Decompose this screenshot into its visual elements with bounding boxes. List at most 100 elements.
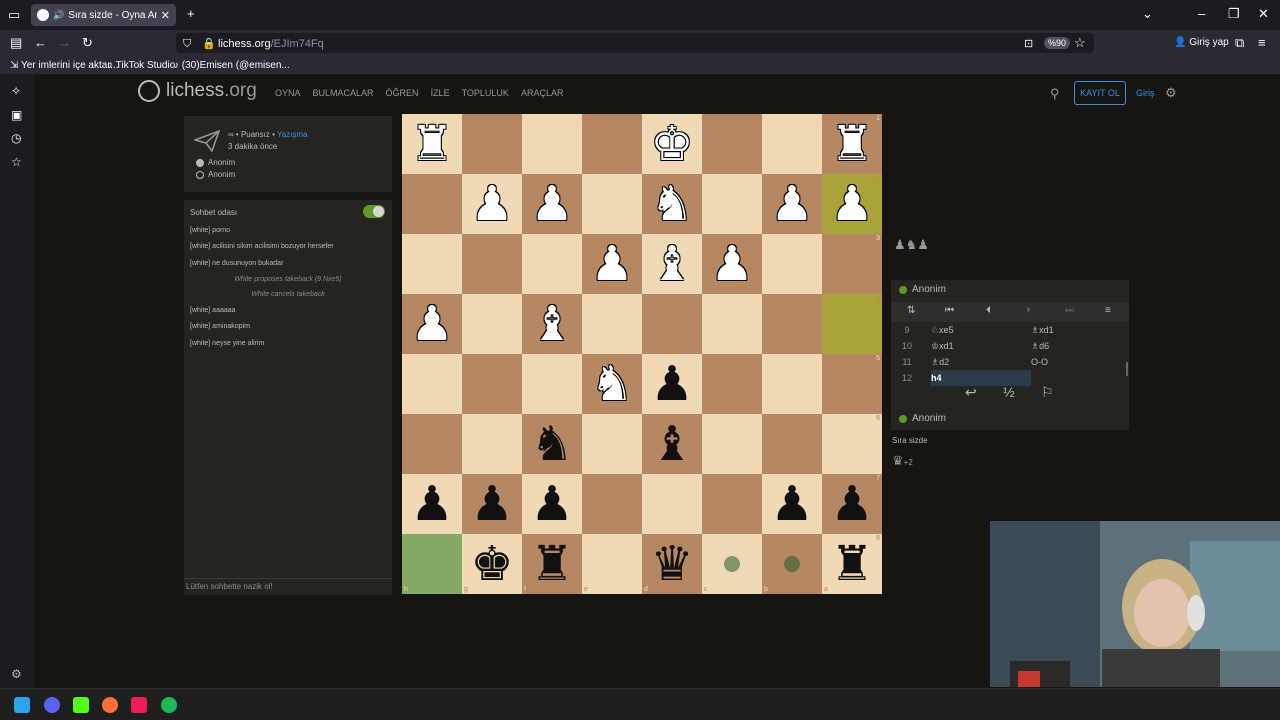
history-icon[interactable]: ◷ bbox=[11, 131, 21, 145]
square-a6[interactable]: 6 bbox=[822, 414, 882, 474]
bookmark-tiktok-emisen[interactable]: ♪ (30)Emisen (@emisen... bbox=[174, 60, 290, 71]
firefox-icon[interactable] bbox=[102, 697, 118, 713]
resign-flag-icon[interactable]: ⚐ bbox=[1041, 384, 1054, 401]
square-c1[interactable] bbox=[702, 114, 762, 174]
lock-icon[interactable]: 🔒 bbox=[202, 37, 216, 51]
square-g7[interactable]: ♟ bbox=[462, 474, 522, 534]
square-c3[interactable]: ♟ bbox=[702, 234, 762, 294]
black-pawn-icon[interactable]: ♟ bbox=[830, 476, 873, 532]
flip-board-icon[interactable]: ⇅ bbox=[907, 305, 915, 316]
square-g8[interactable]: ♚ g bbox=[462, 534, 522, 594]
white-bishop-icon[interactable]: ♝ bbox=[650, 236, 693, 292]
white-rook-icon[interactable]: ♜ bbox=[830, 116, 873, 172]
square-g3[interactable] bbox=[462, 234, 522, 294]
square-f1[interactable] bbox=[522, 114, 582, 174]
white-pawn-icon[interactable]: ♟ bbox=[530, 176, 573, 232]
black-move[interactable]: ♗xd1 bbox=[1031, 325, 1054, 336]
first-move-icon[interactable]: ⏮ bbox=[945, 305, 954, 316]
nav-ogren[interactable]: ÖĞREN bbox=[386, 88, 419, 98]
black-pawn-icon[interactable]: ♟ bbox=[770, 476, 813, 532]
square-b3[interactable] bbox=[762, 234, 822, 294]
close-window-icon[interactable]: ✕ bbox=[1258, 7, 1269, 21]
square-d7[interactable] bbox=[642, 474, 702, 534]
chat-input[interactable]: Lütfen sohbette nazik ol! bbox=[184, 578, 392, 595]
ai-chat-icon[interactable]: ✧ bbox=[11, 84, 21, 98]
square-f8[interactable]: ♜ f bbox=[522, 534, 582, 594]
square-b2[interactable]: ♟ bbox=[762, 174, 822, 234]
search-icon[interactable]: ⚲ bbox=[1050, 86, 1060, 102]
white-bishop-icon[interactable]: ♝ bbox=[530, 296, 573, 352]
square-e4[interactable] bbox=[582, 294, 642, 354]
square-a1[interactable]: ♜ 1 bbox=[822, 114, 882, 174]
square-g4[interactable] bbox=[462, 294, 522, 354]
white-pawn-icon[interactable]: ♟ bbox=[470, 176, 513, 232]
square-a5[interactable]: 5 bbox=[822, 354, 882, 414]
sidebar-settings-icon[interactable]: ⚙ bbox=[11, 667, 22, 681]
square-a4[interactable]: 4 bbox=[822, 294, 882, 354]
maximize-icon[interactable]: ❐ bbox=[1228, 7, 1240, 21]
kick-icon[interactable] bbox=[73, 697, 89, 713]
white-pawn-icon[interactable]: ♟ bbox=[590, 236, 633, 292]
square-g5[interactable] bbox=[462, 354, 522, 414]
square-d4[interactable] bbox=[642, 294, 702, 354]
signup-button[interactable]: KAYIT OL bbox=[1074, 81, 1126, 105]
nav-bulmacalar[interactable]: BULMACALAR bbox=[313, 88, 374, 98]
square-e7[interactable] bbox=[582, 474, 642, 534]
square-c6[interactable] bbox=[702, 414, 762, 474]
black-bishop-icon[interactable]: ♝ bbox=[650, 416, 693, 472]
white-pawn-icon[interactable]: ♟ bbox=[830, 176, 873, 232]
white-move[interactable]: ♔xd1 bbox=[931, 341, 954, 352]
bookmarks-star-icon[interactable]: ☆ bbox=[11, 155, 22, 169]
black-move[interactable]: O-O bbox=[1031, 357, 1048, 367]
white-knight-icon[interactable]: ♞ bbox=[650, 176, 693, 232]
square-f7[interactable]: ♟ bbox=[522, 474, 582, 534]
correspondence-link[interactable]: Yazışma bbox=[277, 130, 308, 139]
chess-board[interactable]: ♜ ♚ ♜ 1 ♟ ♟ ♞ ♟ ♟ 2 ♟ ♝ ♟ 3 ♟ ♝ 4 ♞ ♟ 5 ♞ ♝ 6 ♟ ♟ ♟ ♟ ♟ 7 h ♚ g ♜ f e ♛ d c b ♜… bbox=[402, 114, 883, 594]
prev-move-icon[interactable]: ⏴ bbox=[986, 305, 991, 316]
discord-icon[interactable] bbox=[44, 697, 60, 713]
extensions-icon[interactable]: ⧉ bbox=[1235, 36, 1244, 50]
offer-draw-icon[interactable]: ½ bbox=[1003, 384, 1015, 400]
takeback-icon[interactable]: ↩ bbox=[965, 384, 977, 401]
square-h6[interactable] bbox=[402, 414, 462, 474]
square-f2[interactable]: ♟ bbox=[522, 174, 582, 234]
bookmark-tiktok-studio[interactable]: ♪ TikTok Studio bbox=[108, 60, 175, 71]
square-h2[interactable] bbox=[402, 174, 462, 234]
save-page-icon[interactable]: ⊡ bbox=[1024, 37, 1033, 51]
square-d5[interactable]: ♟ bbox=[642, 354, 702, 414]
bookmark-star-icon[interactable]: ☆ bbox=[1074, 36, 1086, 50]
white-rook-icon[interactable]: ♜ bbox=[410, 116, 453, 172]
square-e6[interactable] bbox=[582, 414, 642, 474]
square-a2[interactable]: ♟ 2 bbox=[822, 174, 882, 234]
close-tab-icon[interactable]: ✕ bbox=[161, 9, 170, 22]
chat-toggle[interactable] bbox=[363, 205, 385, 218]
square-a3[interactable]: 3 bbox=[822, 234, 882, 294]
white-move[interactable]: ♘xe5 bbox=[931, 325, 954, 336]
white-pawn-icon[interactable]: ♟ bbox=[770, 176, 813, 232]
zoom-level[interactable]: %90 bbox=[1044, 37, 1071, 49]
move-list-scrollbar[interactable] bbox=[1126, 362, 1128, 376]
square-f5[interactable] bbox=[522, 354, 582, 414]
square-h5[interactable] bbox=[402, 354, 462, 414]
square-g6[interactable] bbox=[462, 414, 522, 474]
square-c8[interactable]: c bbox=[702, 534, 762, 594]
windows-start-icon[interactable] bbox=[14, 697, 30, 713]
browser-signin[interactable]: 👤 Giriş yap bbox=[1174, 37, 1229, 48]
square-e1[interactable] bbox=[582, 114, 642, 174]
square-f3[interactable] bbox=[522, 234, 582, 294]
list-tabs-icon[interactable]: ⌄ bbox=[1142, 7, 1153, 21]
square-b7[interactable]: ♟ bbox=[762, 474, 822, 534]
square-c4[interactable] bbox=[702, 294, 762, 354]
square-b4[interactable] bbox=[762, 294, 822, 354]
square-b6[interactable] bbox=[762, 414, 822, 474]
square-h3[interactable] bbox=[402, 234, 462, 294]
synced-tabs-icon[interactable]: ▣ bbox=[11, 108, 22, 122]
square-c5[interactable] bbox=[702, 354, 762, 414]
black-king-icon[interactable]: ♚ bbox=[470, 536, 513, 592]
login-link[interactable]: Giriş bbox=[1136, 88, 1155, 98]
sidebar-toggle-icon[interactable]: ▤ bbox=[10, 36, 22, 50]
nav-oyna[interactable]: OYNA bbox=[275, 88, 301, 98]
bookmark-import[interactable]: ⇲ Yer imlerini içe aktar... bbox=[10, 60, 118, 71]
url-text[interactable]: lichess.org/EJIm74Fq bbox=[218, 38, 324, 50]
square-g1[interactable] bbox=[462, 114, 522, 174]
